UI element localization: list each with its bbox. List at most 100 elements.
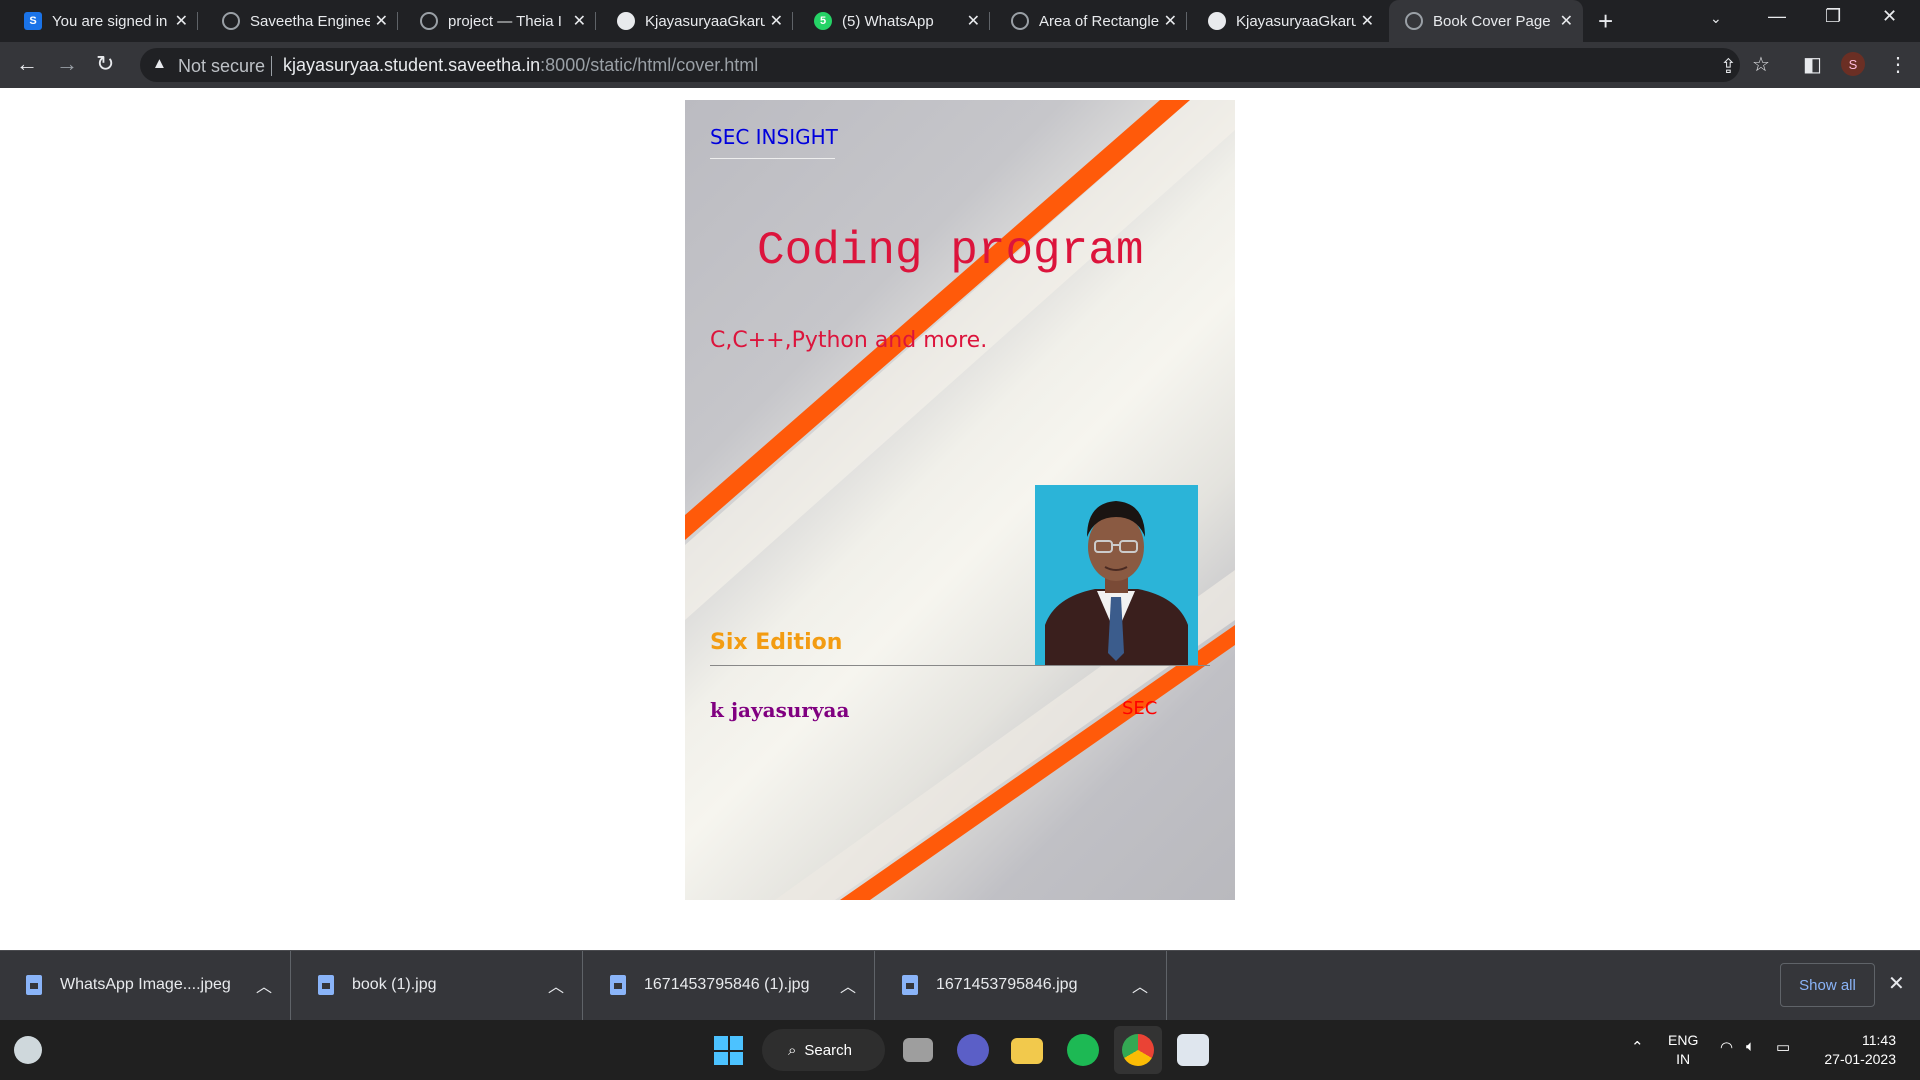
close-tab-icon[interactable]: ✕ [1164, 11, 1177, 31]
url-text[interactable]: kjayasuryaa.student.saveetha.in:8000/sta… [283, 55, 758, 76]
show-all-button[interactable]: Show all [1780, 963, 1875, 1007]
start-button[interactable] [714, 1036, 743, 1065]
security-label[interactable]: Not secure [178, 56, 265, 77]
tab-area-of-rectangle[interactable]: Area of Rectangle ✕ [995, 0, 1187, 42]
cover-title: Coding program [757, 225, 1144, 277]
profile-avatar[interactable]: S [1841, 52, 1865, 76]
browser-toolbar: ← → ↻ ▲ Not secure kjayasuryaa.student.s… [0, 42, 1920, 88]
close-tab-icon[interactable]: ✕ [1560, 11, 1573, 31]
tab-github-1[interactable]: KjayasuryaaGkaru ✕ [601, 0, 793, 42]
tab-title: You are signed in [52, 12, 168, 30]
teams-chat-icon[interactable] [957, 1034, 989, 1066]
chevron-up-icon[interactable]: ︿ [840, 973, 856, 997]
share-icon[interactable]: ⇪ [1720, 54, 1737, 79]
search-icon: ⌕ [788, 1041, 797, 1059]
tab-github-2[interactable]: KjayasuryaaGkaru ✕ [1192, 0, 1384, 42]
download-filename[interactable]: 1671453795846.jpg [936, 976, 1077, 994]
file-icon [902, 975, 918, 995]
clock[interactable]: 11:43 27-01-2023 [1818, 1031, 1896, 1069]
search-label: Search [804, 1041, 852, 1059]
tab-title: (5) WhatsApp [842, 12, 934, 30]
chrome-icon[interactable] [1122, 1034, 1154, 1066]
author-photo [1035, 485, 1198, 665]
tab-strip: S You are signed in ✕ Saveetha Enginee ✕… [0, 0, 1920, 42]
url-path: :8000/static/html/cover.html [540, 55, 759, 75]
close-downloads-icon[interactable]: ✕ [1888, 971, 1905, 996]
close-tab-icon[interactable]: ✕ [770, 11, 783, 31]
minimize-icon[interactable]: — [1768, 6, 1786, 27]
file-explorer-icon[interactable] [1011, 1038, 1043, 1064]
taskbar-search[interactable]: ⌕ Search [762, 1029, 885, 1071]
chevron-up-icon[interactable]: ︿ [256, 973, 272, 997]
download-item[interactable]: WhatsApp Image....jpeg ︿ [0, 951, 291, 1021]
tray-chevron-icon[interactable]: ⌃ [1631, 1038, 1644, 1056]
new-tab-icon[interactable]: + [1598, 6, 1613, 37]
tab-title: KjayasuryaaGkaru [645, 12, 765, 30]
download-filename[interactable]: book (1).jpg [352, 976, 437, 994]
download-filename[interactable]: WhatsApp Image....jpeg [60, 976, 231, 994]
tab-signed-in[interactable]: S You are signed in ✕ [8, 0, 198, 42]
more-menu-icon[interactable]: ⋮ [1888, 52, 1908, 77]
whatsapp-icon: 5 [814, 12, 832, 30]
github-icon [617, 12, 635, 30]
file-icon [26, 975, 42, 995]
cover-subtitle: C,C++,Python and more. [710, 328, 988, 353]
url-host: kjayasuryaa.student.saveetha.in [283, 55, 541, 75]
download-filename[interactable]: 1671453795846 (1).jpg [644, 976, 809, 994]
tab-saveetha[interactable]: Saveetha Enginee ✕ [206, 0, 398, 42]
photos-icon[interactable] [1177, 1034, 1209, 1066]
tab-title: Area of Rectangle [1039, 12, 1159, 30]
chevron-up-icon[interactable]: ︿ [548, 973, 564, 997]
chevron-up-icon[interactable]: ︿ [1132, 973, 1148, 997]
cover-publisher: SEC [1122, 698, 1158, 719]
cover-brand: SEC INSIGHT [710, 125, 838, 149]
close-tab-icon[interactable]: ✕ [1361, 11, 1374, 31]
reload-icon[interactable]: ↻ [96, 51, 114, 77]
download-item[interactable]: book (1).jpg ︿ [292, 951, 583, 1021]
warning-icon[interactable]: ▲ [152, 55, 167, 72]
tab-search-chevron-icon[interactable]: ⌄ [1710, 10, 1722, 27]
download-item[interactable]: 1671453795846.jpg ︿ [876, 951, 1167, 1021]
file-icon [610, 975, 626, 995]
tab-title: project — Theia I [448, 12, 562, 30]
download-item[interactable]: 1671453795846 (1).jpg ︿ [584, 951, 875, 1021]
clock-time: 11:43 [1862, 1032, 1896, 1048]
close-tab-icon[interactable]: ✕ [375, 11, 388, 31]
tab-project-theia[interactable]: project — Theia I ✕ [404, 0, 596, 42]
close-tab-icon[interactable]: ✕ [967, 11, 980, 31]
close-tab-icon[interactable]: ✕ [175, 11, 188, 31]
page-viewport: SEC INSIGHT Coding program C,C++,Python … [0, 88, 1920, 950]
forward-icon[interactable]: → [56, 51, 78, 77]
s-app-icon: S [24, 12, 42, 30]
file-icon [318, 975, 334, 995]
restore-icon[interactable]: ❐ [1825, 6, 1841, 27]
back-icon[interactable]: ← [16, 51, 38, 77]
tab-book-cover-page[interactable]: Book Cover Page ✕ [1389, 0, 1583, 42]
task-view-icon[interactable] [903, 1038, 933, 1062]
battery-icon[interactable]: ▭ [1776, 1038, 1790, 1056]
bookmark-star-icon[interactable]: ☆ [1752, 52, 1770, 77]
spotify-icon[interactable] [1067, 1034, 1099, 1066]
globe-icon [222, 12, 240, 30]
tab-title: KjayasuryaaGkaru [1236, 12, 1356, 30]
close-window-icon[interactable]: ✕ [1882, 6, 1897, 27]
globe-icon [1011, 12, 1029, 30]
taskbar: ⌕ Search ⌃ ENG IN ◠ 🔈︎ ▭ 11:43 27-01-202… [0, 1020, 1920, 1080]
language-indicator[interactable]: ENG IN [1668, 1031, 1698, 1069]
wifi-icon[interactable]: ◠ [1720, 1038, 1733, 1056]
cover-author: k jayasuryaa [710, 698, 850, 722]
side-panel-icon[interactable]: ◧ [1803, 52, 1822, 77]
book-cover: SEC INSIGHT Coding program C,C++,Python … [685, 100, 1235, 900]
weather-icon[interactable] [14, 1036, 42, 1064]
globe-icon [1405, 12, 1423, 30]
tab-whatsapp[interactable]: 5 (5) WhatsApp ✕ [798, 0, 990, 42]
volume-icon[interactable]: 🔈︎ [1746, 1038, 1755, 1055]
downloads-bar: WhatsApp Image....jpeg ︿ book (1).jpg ︿ … [0, 950, 1920, 1021]
author-photo-image [1035, 485, 1198, 665]
address-bar[interactable]: ▲ Not secure kjayasuryaa.student.saveeth… [140, 48, 1740, 82]
github-icon [1208, 12, 1226, 30]
cover-edition: Six Edition [710, 630, 843, 655]
close-tab-icon[interactable]: ✕ [573, 11, 586, 31]
brand-underline [710, 158, 835, 159]
globe-icon [420, 12, 438, 30]
